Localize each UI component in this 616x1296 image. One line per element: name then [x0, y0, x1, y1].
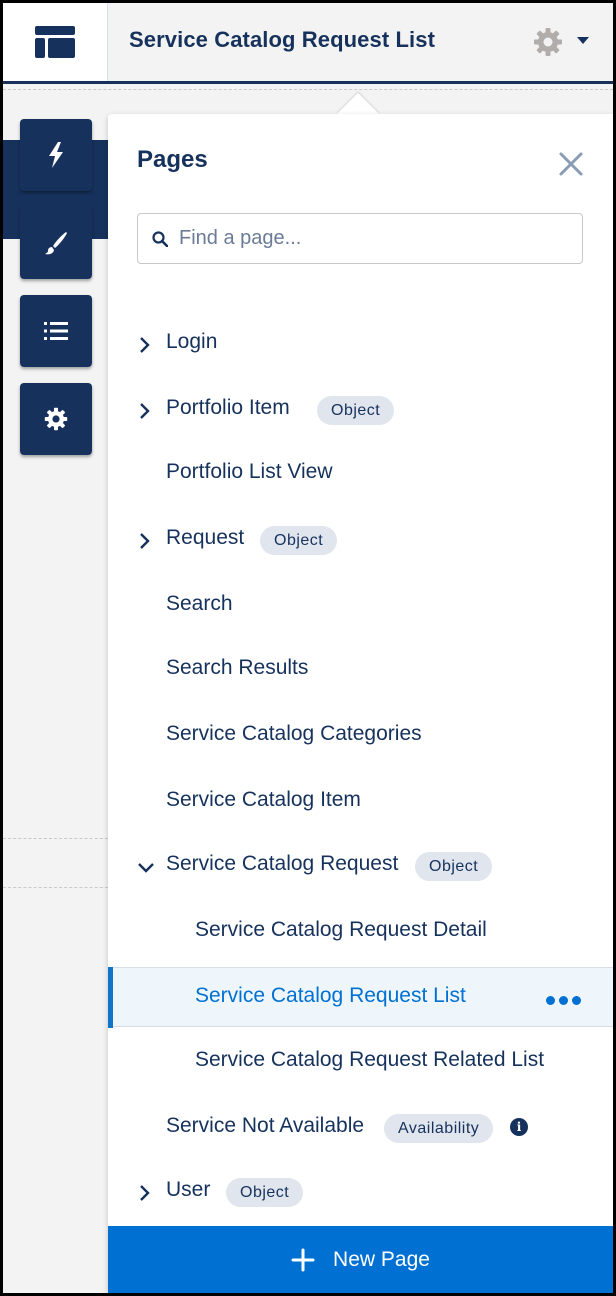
settings-gear-icon[interactable]: [533, 27, 563, 57]
list-item-portfolio-list-view[interactable]: Portfolio List View: [108, 444, 613, 504]
gear-icon: [44, 407, 68, 431]
header-bar: Service Catalog Request List: [3, 3, 613, 84]
new-page-button[interactable]: New Page: [108, 1226, 613, 1293]
object-badge: Object: [226, 1178, 304, 1207]
list-item-label: Service Catalog Request Detail: [195, 918, 487, 941]
plus-icon: [291, 1248, 315, 1272]
list-item-search-results[interactable]: Search Results: [108, 640, 613, 700]
app-frame: Service Catalog Request List Pages Find …: [3, 3, 613, 1293]
chevron-right-icon[interactable]: [139, 1184, 151, 1202]
list-item-label: User: [166, 1178, 211, 1201]
components-button[interactable]: [20, 119, 92, 191]
selected-indicator: [108, 967, 113, 1028]
list-item-label: Request: [166, 526, 245, 549]
list-item-label: Service Catalog Item: [166, 788, 361, 811]
list-item-label: Login: [166, 330, 218, 353]
list-item-label: Service Catalog Request: [166, 852, 399, 875]
page-layout-button[interactable]: [3, 3, 108, 81]
paintbrush-icon: [45, 232, 67, 255]
canvas-dashed-region: [3, 838, 113, 888]
layout-icon: [35, 26, 75, 58]
list-item-user[interactable]: User Object: [108, 1162, 613, 1222]
list-item-request[interactable]: Request Object: [108, 510, 613, 570]
settings-button[interactable]: [20, 383, 92, 455]
close-icon[interactable]: [557, 150, 585, 178]
list-item-service-catalog-item[interactable]: Service Catalog Item: [108, 772, 613, 832]
list-icon: [44, 322, 68, 340]
new-page-label: New Page: [333, 1247, 430, 1271]
list-item-service-catalog-request[interactable]: Service Catalog Request Object: [108, 836, 613, 896]
panel-title: Pages: [137, 146, 208, 173]
chevron-right-icon[interactable]: [139, 532, 151, 550]
current-page-title: Service Catalog Request List: [129, 27, 436, 52]
theme-button[interactable]: [20, 207, 92, 279]
canvas-dashed-guide: [3, 89, 613, 90]
chevron-down-icon[interactable]: [137, 862, 155, 874]
list-item-label: Search Results: [166, 656, 309, 679]
list-item-label: Portfolio Item: [166, 396, 290, 419]
object-badge: Object: [260, 526, 338, 555]
more-actions-icon[interactable]: [546, 996, 581, 1005]
list-item-label: Service Not Available: [166, 1114, 365, 1137]
chevron-right-icon[interactable]: [139, 336, 151, 354]
list-item-label: Portfolio List View: [166, 460, 333, 483]
object-badge: Object: [415, 852, 493, 881]
list-item-portfolio-item[interactable]: Portfolio Item Object: [108, 380, 613, 440]
lightning-icon: [49, 142, 63, 168]
list-item-label: Service Catalog Request Related List: [195, 1048, 545, 1071]
list-item-label: Service Catalog Request List: [195, 984, 466, 1007]
list-item-service-not-available[interactable]: Service Not Available Availability i: [108, 1098, 613, 1158]
search-input[interactable]: [179, 214, 569, 263]
list-item-service-catalog-request-detail[interactable]: Service Catalog Request Detail: [108, 902, 613, 962]
list-item-login[interactable]: Login: [108, 314, 613, 374]
list-item-label: Service Catalog Categories: [166, 722, 422, 745]
page-structure-button[interactable]: [20, 295, 92, 367]
list-item-label: Search: [166, 592, 233, 615]
object-badge: Object: [317, 396, 395, 425]
list-item-service-catalog-request-related-list[interactable]: Service Catalog Request Related List: [108, 1032, 613, 1092]
chevron-right-icon[interactable]: [139, 402, 151, 420]
settings-dropdown-caret-icon[interactable]: [577, 37, 589, 44]
info-icon[interactable]: i: [510, 1118, 528, 1136]
availability-badge: Availability: [384, 1114, 494, 1143]
list-item-service-catalog-request-list[interactable]: Service Catalog Request List: [108, 967, 613, 1028]
pages-panel: Pages Login Portfolio Item Object Portf: [108, 114, 613, 1293]
list-item-search[interactable]: Search: [108, 576, 613, 636]
search-icon: [152, 231, 168, 247]
list-item-service-catalog-categories[interactable]: Service Catalog Categories: [108, 706, 613, 766]
page-search-box: [137, 213, 583, 264]
